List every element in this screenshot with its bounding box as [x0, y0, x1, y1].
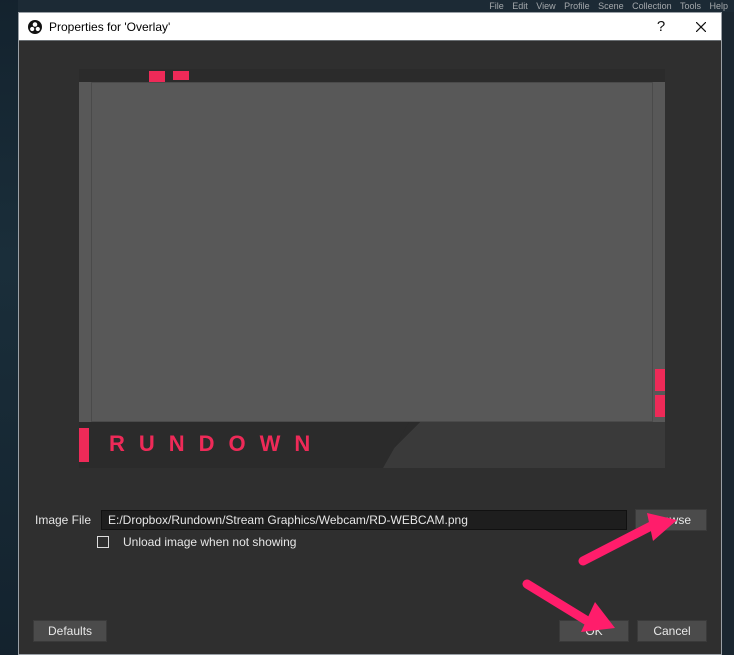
dialog-body: RUNDOWN Image File Browse Unload image w… — [19, 41, 721, 654]
properties-dialog: Properties for 'Overlay' ? RUNDOWN — [18, 12, 722, 655]
overlay-preview: RUNDOWN — [79, 69, 665, 468]
preview-area: RUNDOWN — [79, 69, 665, 468]
background-right-strip — [722, 12, 734, 655]
defaults-button[interactable]: Defaults — [33, 620, 107, 642]
image-file-input[interactable] — [101, 510, 627, 530]
image-file-row: Image File Browse — [35, 509, 707, 531]
background-left-strip — [0, 0, 18, 655]
app-icon — [27, 19, 43, 35]
cancel-button[interactable]: Cancel — [637, 620, 707, 642]
dialog-footer: Defaults OK Cancel — [33, 620, 707, 642]
unload-checkbox[interactable] — [97, 536, 109, 548]
close-icon — [696, 22, 706, 32]
titlebar[interactable]: Properties for 'Overlay' ? — [19, 13, 721, 41]
titlebar-title: Properties for 'Overlay' — [49, 20, 170, 34]
browse-button[interactable]: Browse — [635, 509, 707, 531]
image-file-label: Image File — [35, 513, 93, 527]
close-button[interactable] — [681, 13, 721, 41]
ok-button[interactable]: OK — [559, 620, 629, 642]
unload-label: Unload image when not showing — [123, 535, 296, 549]
background-menu: File Edit View Profile Scene Collection … — [489, 0, 734, 12]
overlay-brand-text: RUNDOWN — [109, 431, 324, 457]
help-button[interactable]: ? — [641, 13, 681, 41]
unload-row: Unload image when not showing — [97, 535, 707, 549]
